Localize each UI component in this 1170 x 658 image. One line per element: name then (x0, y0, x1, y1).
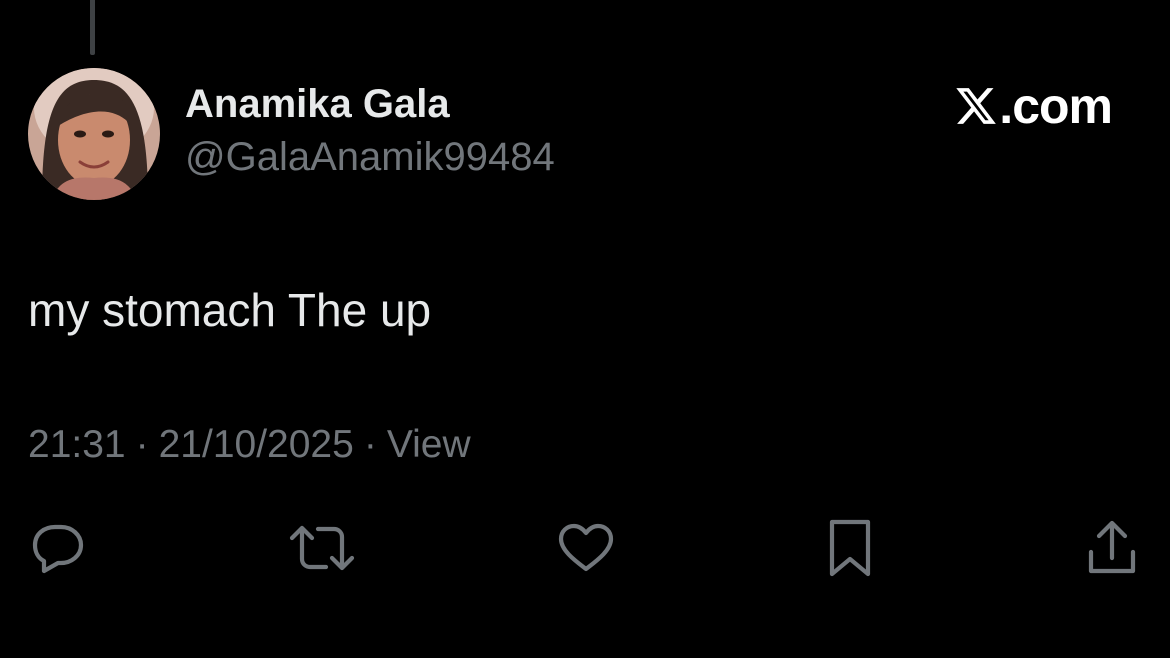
x-logo-icon (956, 88, 997, 124)
post-time[interactable]: 21:31 (28, 423, 126, 467)
post-date[interactable]: 21/10/2025 (159, 423, 354, 467)
like-icon (558, 523, 614, 572)
like-button[interactable] (556, 518, 616, 578)
reply-button[interactable] (28, 518, 88, 578)
thread-connector-line (90, 0, 95, 55)
view-link[interactable]: View (387, 423, 471, 467)
reply-icon (32, 524, 84, 574)
x-com-watermark: .com (953, 76, 1113, 136)
post-meta: 21:31 · 21/10/2025 · View (28, 423, 471, 467)
repost-icon (289, 525, 355, 571)
post-text: my stomach The up (28, 284, 432, 336)
meta-separator: · (135, 423, 149, 466)
author-display-name[interactable]: Anamika Gala (185, 82, 450, 127)
meta-separator: · (363, 423, 377, 466)
brand-domain-text: .com (999, 78, 1113, 134)
bookmark-button[interactable] (820, 518, 880, 578)
share-icon (1088, 520, 1136, 574)
avatar[interactable] (28, 68, 160, 200)
share-button[interactable] (1082, 518, 1142, 578)
avatar-image (28, 68, 160, 200)
bookmark-icon (829, 519, 871, 577)
repost-button[interactable] (288, 518, 356, 578)
author-handle[interactable]: @GalaAnamik99484 (185, 135, 555, 180)
